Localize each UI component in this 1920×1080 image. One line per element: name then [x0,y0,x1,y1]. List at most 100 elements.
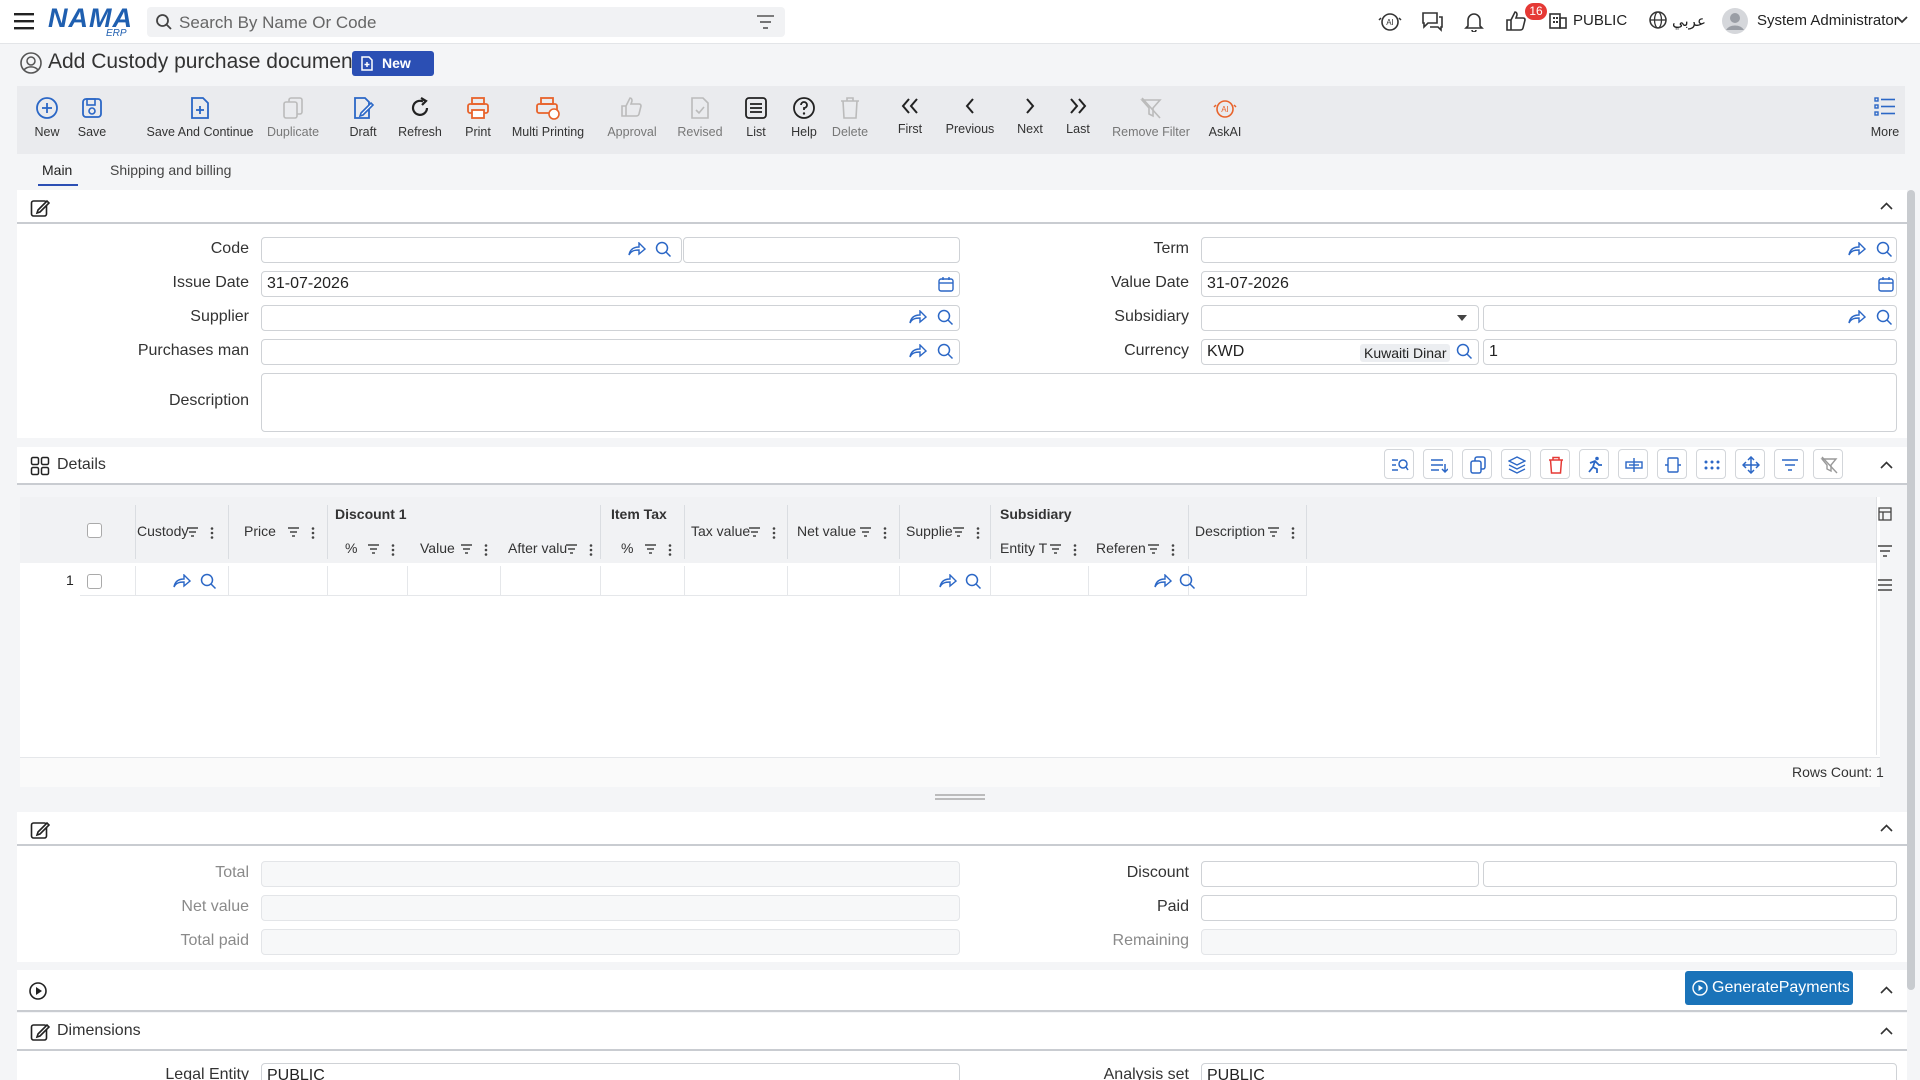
lookup-search-icon[interactable] [1876,241,1893,258]
nama-logo[interactable]: NAMA ERP [48,3,133,39]
share-arrow-icon[interactable] [909,310,927,324]
dropdown-caret-icon[interactable] [1457,315,1467,321]
code-field[interactable] [261,237,682,263]
bell-icon[interactable] [1463,10,1485,32]
supplier-field[interactable] [261,305,960,331]
revised-button[interactable]: Revised [669,86,731,154]
column-header-tax-percent[interactable]: % [621,540,633,556]
tab-main[interactable]: Main [42,162,72,178]
thumbs-up-notification-icon[interactable] [1505,10,1527,32]
share-arrow-icon[interactable] [1848,242,1866,256]
side-filter-icon[interactable] [1878,545,1892,557]
chevron-down-icon[interactable] [1896,16,1908,24]
column-header-reference[interactable]: Referen [1096,540,1146,556]
first-button[interactable]: First [882,86,938,154]
lookup-search-icon[interactable] [965,573,982,590]
column-filter-menu-icon[interactable] [645,544,675,556]
column-header-discount-value[interactable]: Value [420,540,455,556]
grid-run-button[interactable] [1579,449,1609,479]
share-arrow-icon[interactable] [173,574,191,588]
save-and-continue-button[interactable]: Save And Continue [127,86,273,154]
supplier-cell[interactable] [900,566,991,596]
column-header-custody[interactable]: Custody [137,523,188,539]
multi-printing-button[interactable]: Multi Printing [507,86,589,154]
discount-value-field[interactable] [1483,861,1897,887]
column-header-tax-value[interactable]: Tax value [691,523,750,539]
after-value-cell[interactable] [501,566,601,596]
grid-fit-columns-button[interactable] [1657,449,1687,479]
resize-handle[interactable] [935,794,985,800]
column-header-net-value[interactable]: Net value [797,523,856,539]
lookup-search-icon[interactable] [937,343,954,360]
column-header-entity-type[interactable]: Entity T [1000,540,1047,556]
search-input[interactable]: Search By Name Or Code [147,7,785,37]
search-filter-icon[interactable] [757,15,774,29]
subsidiary-type-select[interactable] [1201,305,1479,331]
remove-filter-button[interactable]: Remove Filter [1102,86,1200,154]
grid-merge-button[interactable] [1618,449,1648,479]
paid-field[interactable] [1201,895,1897,921]
column-header-supplier[interactable]: Supplie [906,523,953,539]
reference-cell[interactable] [1089,566,1196,596]
issue-date-field[interactable]: 31-07-2026 [261,271,960,297]
column-filter-menu-icon[interactable] [1148,544,1178,556]
grid-delete-row-button[interactable] [1540,449,1570,479]
previous-button[interactable]: Previous [942,86,998,154]
currency-field[interactable]: KWD Kuwaiti Dinar [1201,339,1479,365]
delete-button[interactable]: Delete [822,86,878,154]
grid-copy-button[interactable] [1462,449,1492,479]
print-button[interactable]: Print [450,86,506,154]
last-button[interactable]: Last [1050,86,1106,154]
askai-button[interactable]: AI AskAI [1197,86,1253,154]
grid-move-button[interactable] [1735,449,1765,479]
collapse-chevron-up-icon[interactable] [1880,461,1893,469]
grid-dots-button[interactable] [1696,449,1726,479]
code-name-field[interactable] [683,237,960,263]
column-filter-menu-icon[interactable] [749,527,779,539]
share-arrow-icon[interactable] [628,242,646,256]
ai-assistant-icon[interactable]: AI [1378,10,1402,32]
purchases-man-field[interactable] [261,339,960,365]
calendar-icon[interactable] [1878,276,1894,292]
term-field[interactable] [1201,237,1897,263]
column-filter-menu-icon[interactable] [953,527,983,539]
lookup-search-icon[interactable] [200,573,217,590]
chat-icon[interactable] [1420,10,1444,32]
column-filter-menu-icon[interactable] [1268,527,1298,539]
generate-payments-button[interactable]: GeneratePayments [1685,971,1853,1005]
column-filter-menu-icon[interactable] [187,527,217,539]
description-textarea[interactable] [261,373,1897,432]
tax-value-cell[interactable] [685,566,788,596]
tax-percent-cell[interactable] [601,566,685,596]
grid-search-button[interactable] [1384,449,1414,479]
collapse-chevron-up-icon[interactable] [1880,202,1893,210]
column-header-after-value[interactable]: After valu [508,540,567,556]
side-menu-icon[interactable] [1878,579,1892,591]
column-header-discount-percent[interactable]: % [345,540,357,556]
currency-rate-field[interactable]: 1 [1483,339,1897,365]
language-switch[interactable]: عربي [1672,12,1706,30]
price-cell[interactable] [229,566,328,596]
user-menu[interactable]: System Administrator [1757,12,1899,29]
collapse-chevron-up-icon[interactable] [1880,1027,1893,1035]
hamburger-menu-icon[interactable] [14,13,34,30]
refresh-button[interactable]: Refresh [392,86,448,154]
column-chooser-icon[interactable] [1878,507,1892,521]
column-header-price[interactable]: Price [244,523,276,539]
select-all-checkbox[interactable] [87,523,102,538]
discount-percent-cell[interactable] [328,566,408,596]
share-arrow-icon[interactable] [939,574,957,588]
column-filter-menu-icon[interactable] [566,544,596,556]
column-filter-menu-icon[interactable] [1050,544,1080,556]
discount-value-cell[interactable] [408,566,501,596]
collapse-chevron-up-icon[interactable] [1880,824,1893,832]
lookup-search-icon[interactable] [937,309,954,326]
grid-insert-row-button[interactable] [1423,449,1453,479]
lookup-search-icon[interactable] [655,241,672,258]
grid-filter-button[interactable] [1774,449,1804,479]
grid-layers-button[interactable] [1501,449,1531,479]
column-filter-menu-icon[interactable] [368,544,398,556]
discount-percent-field[interactable] [1201,861,1479,887]
analysis-set-field[interactable]: PUBLIC [1201,1063,1897,1080]
column-filter-menu-icon[interactable] [288,527,318,539]
